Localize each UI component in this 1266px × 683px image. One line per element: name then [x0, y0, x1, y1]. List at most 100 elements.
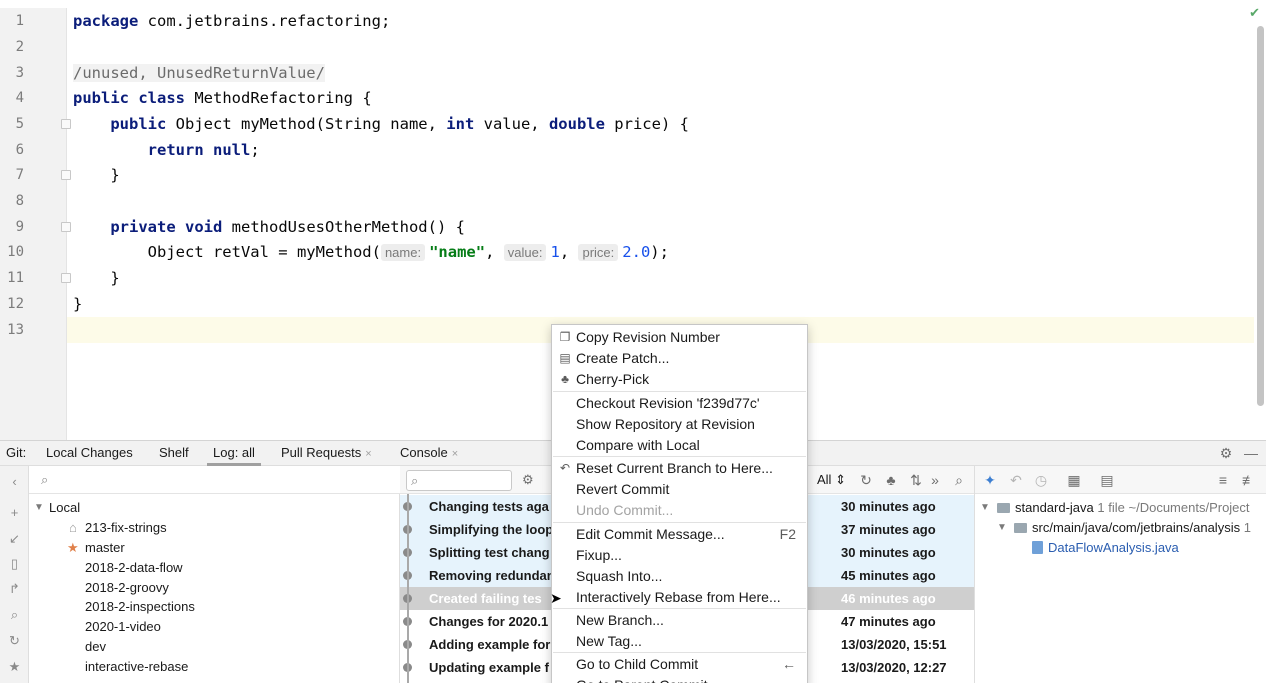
- search-icon[interactable]: ⌕: [6, 606, 23, 623]
- menu-item-create-patch[interactable]: ▤ Create Patch...: [552, 348, 807, 369]
- log-toolbar-right: All ⇕ ↻ ♣ ⇅ » ⌕: [807, 466, 975, 494]
- left-toolbar: ‹ + ↙ ▯ ↱ ⌕ ↻ ★: [0, 466, 29, 683]
- editor-scrollbar[interactable]: [1257, 26, 1264, 406]
- code-line[interactable]: public Object myMethod(String name, int …: [73, 111, 689, 137]
- undo-icon[interactable]: ↶: [1008, 472, 1024, 488]
- filter-all-dropdown[interactable]: All ⇕: [817, 472, 846, 488]
- menu-item-checkout-revision[interactable]: Checkout Revision 'f239d77c': [552, 393, 807, 414]
- menu-item-reset-branch[interactable]: ↶ Reset Current Branch to Here...: [552, 458, 807, 479]
- branch-item[interactable]: 2018-2-data-flow: [85, 558, 183, 578]
- layout-icon[interactable]: ▤: [1099, 472, 1115, 488]
- chevron-down-icon[interactable]: ▼: [34, 502, 44, 513]
- git-prefix-label: Git:: [6, 445, 27, 460]
- commit-context-menu: ❐ Copy Revision Number ▤ Create Patch... ♣…: [551, 324, 808, 683]
- branch-group-local[interactable]: Local: [49, 498, 80, 518]
- menu-item-squash[interactable]: Squash Into...: [552, 566, 807, 587]
- menu-item-new-tag[interactable]: New Tag...: [552, 631, 807, 652]
- branches-panel: ⌕ ▼ Local ⌂ 213-fix-strings ★ master 201…: [29, 466, 400, 683]
- cherry-pick-icon[interactable]: ♣: [883, 472, 899, 488]
- menu-item-go-parent[interactable]: Go to Parent Commit→: [552, 675, 807, 683]
- minimize-icon[interactable]: —: [1243, 445, 1259, 461]
- line-number: 11: [7, 270, 24, 286]
- menu-item-copy-revision[interactable]: ❐ Copy Revision Number: [552, 327, 807, 348]
- code-line[interactable]: return null;: [73, 137, 260, 163]
- branch-item[interactable]: 2018-2-inspections: [85, 597, 195, 617]
- code-line[interactable]: package com.jetbrains.refactoring;: [73, 8, 390, 34]
- fold-marker-icon[interactable]: [61, 170, 71, 180]
- branch-item[interactable]: 2020-1-video: [85, 617, 161, 637]
- close-icon[interactable]: ×: [452, 448, 458, 460]
- refresh-icon[interactable]: ↻: [858, 472, 874, 488]
- menu-item-show-repository[interactable]: Show Repository at Revision: [552, 414, 807, 435]
- menu-item-undo-commit[interactable]: Undo Commit...: [552, 500, 807, 521]
- delete-icon[interactable]: ▯: [6, 555, 23, 572]
- menu-item-new-branch[interactable]: New Branch...: [552, 610, 807, 631]
- branch-item[interactable]: interactive-rebase: [85, 657, 188, 677]
- close-icon[interactable]: ×: [365, 448, 371, 460]
- folder-node[interactable]: src/main/java/com/jetbrains/analysis 1: [1014, 518, 1251, 538]
- menu-item-fixup[interactable]: Fixup...: [552, 545, 807, 566]
- log-filter-input[interactable]: ⌕: [406, 470, 512, 491]
- menu-separator: [553, 608, 806, 609]
- branch-search-field[interactable]: ⌕: [29, 466, 400, 494]
- gear-icon[interactable]: ⚙: [522, 472, 534, 488]
- tab-local-changes[interactable]: Local Changes: [40, 441, 139, 466]
- star-icon[interactable]: ★: [6, 658, 23, 675]
- menu-separator: [553, 652, 806, 653]
- tab-log-all[interactable]: Log: all: [207, 441, 261, 466]
- parameter-hint: price:: [578, 244, 619, 261]
- menu-item-interactive-rebase[interactable]: Interactively Rebase from Here...: [552, 587, 807, 608]
- add-icon[interactable]: +: [6, 504, 23, 521]
- chevron-down-icon[interactable]: ▼: [997, 522, 1007, 533]
- collapse-panel-icon[interactable]: ‹: [6, 473, 23, 490]
- branch-item[interactable]: 213-fix-strings: [85, 518, 167, 538]
- chevron-down-icon[interactable]: ▼: [980, 502, 990, 513]
- line-number: 5: [15, 116, 24, 132]
- fold-marker-icon[interactable]: [61, 273, 71, 283]
- pin-icon[interactable]: ✦: [982, 472, 998, 488]
- menu-item-edit-message[interactable]: Edit Commit Message... F2: [552, 524, 807, 545]
- menu-item-go-child[interactable]: Go to Child Commit ←: [552, 654, 807, 675]
- collapse-all-icon[interactable]: ≢: [1241, 472, 1257, 488]
- gear-icon[interactable]: ⚙: [1218, 445, 1234, 461]
- search-icon[interactable]: ⌕: [951, 472, 967, 488]
- mouse-pointer-icon: ➤: [550, 590, 562, 606]
- refresh-icon[interactable]: ↻: [6, 632, 23, 649]
- expand-all-icon[interactable]: ≡: [1215, 472, 1231, 488]
- project-node[interactable]: standard-java 1 file ~/Documents/Project: [997, 498, 1250, 518]
- menu-item-revert-commit[interactable]: Revert Commit: [552, 479, 807, 500]
- tab-pull-requests[interactable]: Pull Requests ×: [275, 441, 378, 466]
- line-number: 6: [15, 142, 24, 158]
- search-icon: ⌕: [411, 473, 419, 488]
- menu-item-cherry-pick[interactable]: ♣ Cherry-Pick: [552, 369, 807, 390]
- sort-icon[interactable]: ⇅: [908, 472, 924, 488]
- parameter-hint: name:: [380, 244, 426, 261]
- merge-icon[interactable]: ↱: [6, 580, 23, 597]
- code-line[interactable]: }: [73, 291, 82, 317]
- branch-item[interactable]: master: [85, 538, 125, 558]
- branch-item[interactable]: dev: [85, 637, 106, 657]
- history-icon[interactable]: ◷: [1033, 472, 1049, 488]
- reset-icon: ↶: [559, 461, 571, 475]
- code-line[interactable]: public class MethodRefactoring {: [73, 85, 372, 111]
- line-number: 3: [15, 65, 24, 81]
- fold-marker-icon[interactable]: [61, 222, 71, 232]
- code-line[interactable]: }: [73, 162, 119, 188]
- line-number: 12: [7, 296, 24, 312]
- changed-file[interactable]: DataFlowAnalysis.java: [1032, 538, 1179, 558]
- code-line[interactable]: }: [73, 265, 119, 291]
- line-number: 4: [15, 90, 24, 106]
- search-icon: ⌕: [41, 472, 49, 487]
- group-by-icon[interactable]: ▦: [1066, 472, 1082, 488]
- code-line[interactable]: private void methodUsesOtherMethod() {: [73, 214, 465, 240]
- tab-shelf[interactable]: Shelf: [153, 441, 195, 466]
- menu-item-compare-local[interactable]: Compare with Local: [552, 435, 807, 456]
- code-line[interactable]: /unused, UnusedReturnValue/: [73, 60, 325, 86]
- branch-item[interactable]: 2018-2-groovy: [85, 578, 169, 598]
- more-icon[interactable]: »: [927, 472, 943, 488]
- tab-console[interactable]: Console ×: [394, 441, 464, 466]
- code-line[interactable]: Object retVal = myMethod(name: "name", va…: [73, 239, 669, 266]
- fold-marker-icon[interactable]: [61, 119, 71, 129]
- update-icon[interactable]: ↙: [6, 530, 23, 547]
- line-number: 9: [15, 219, 24, 235]
